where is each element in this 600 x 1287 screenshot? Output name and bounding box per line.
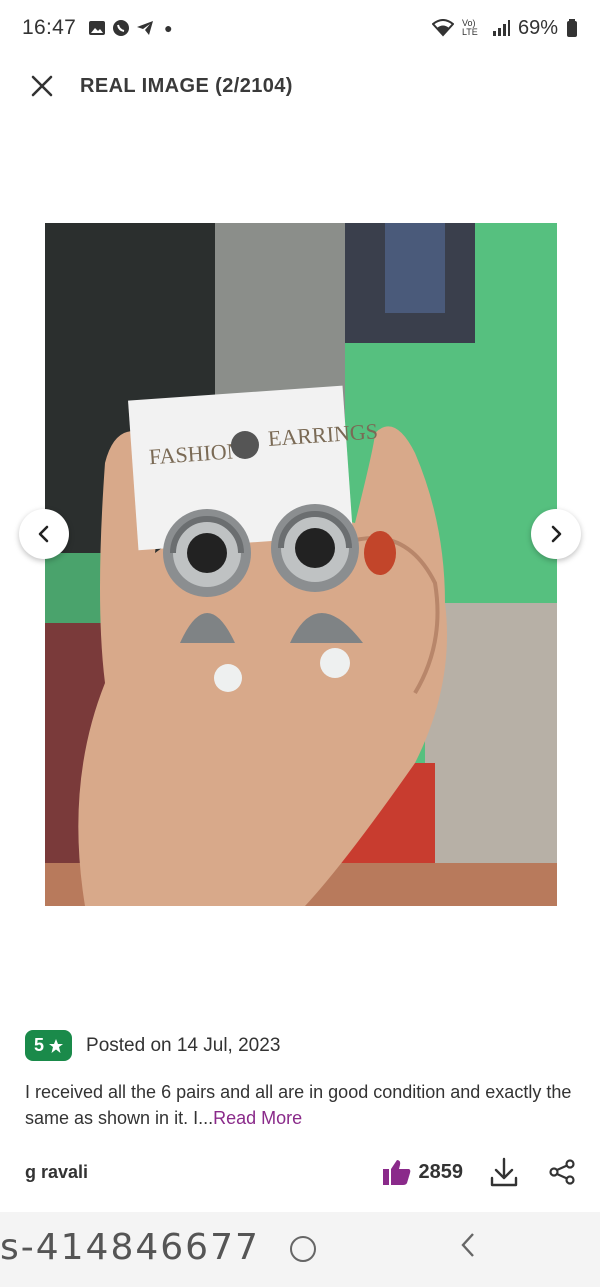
status-time: 16:47 bbox=[22, 16, 77, 39]
share-icon bbox=[549, 1159, 575, 1185]
watermark: s-414846677 bbox=[0, 1227, 260, 1268]
read-more-link[interactable]: Read More bbox=[213, 1108, 302, 1128]
star-icon bbox=[49, 1038, 64, 1053]
signal-icon bbox=[492, 20, 510, 36]
rating-badge: 5 bbox=[25, 1030, 73, 1061]
thumbs-up-icon bbox=[382, 1160, 410, 1185]
share-button[interactable] bbox=[549, 1159, 575, 1185]
battery-percent: 69% bbox=[517, 16, 558, 39]
close-icon bbox=[31, 75, 53, 97]
page-title: REAL IMAGE (2/2104) bbox=[80, 74, 293, 97]
top-bar: REAL IMAGE (2/2104) bbox=[0, 56, 600, 116]
previous-image-button[interactable] bbox=[19, 509, 69, 559]
like-button[interactable]: 2859 bbox=[382, 1159, 464, 1185]
next-image-button[interactable] bbox=[531, 509, 581, 559]
back-icon bbox=[461, 1233, 474, 1257]
gallery-icon bbox=[89, 21, 106, 35]
status-bar: 16:47 ● Vo) LTE 69% bbox=[0, 0, 600, 56]
dot-icon: ● bbox=[164, 20, 173, 36]
battery-icon bbox=[567, 19, 577, 37]
wifi-icon bbox=[431, 19, 454, 37]
close-button[interactable] bbox=[28, 72, 56, 100]
telegram-icon bbox=[137, 21, 154, 35]
network-label: Vo) LTE bbox=[461, 18, 478, 37]
review-photo: FASHION EARRINGS bbox=[45, 223, 557, 906]
posted-date: Posted on 14 Jul, 2023 bbox=[86, 1034, 281, 1056]
chevron-right-icon bbox=[551, 525, 562, 543]
whatsapp-icon bbox=[113, 20, 130, 36]
back-button[interactable] bbox=[460, 1232, 476, 1266]
reviewer-name: g ravali bbox=[25, 1161, 89, 1182]
review-section: 5 Posted on 14 Jul, 2023 I received all … bbox=[25, 1030, 575, 1187]
home-button[interactable] bbox=[290, 1236, 316, 1262]
download-icon bbox=[490, 1157, 518, 1187]
chevron-left-icon bbox=[38, 525, 49, 543]
like-count: 2859 bbox=[418, 1160, 464, 1183]
rating-value: 5 bbox=[34, 1035, 45, 1055]
download-button[interactable] bbox=[489, 1157, 519, 1187]
review-text: I received all the 6 pairs and all are i… bbox=[25, 1079, 575, 1131]
